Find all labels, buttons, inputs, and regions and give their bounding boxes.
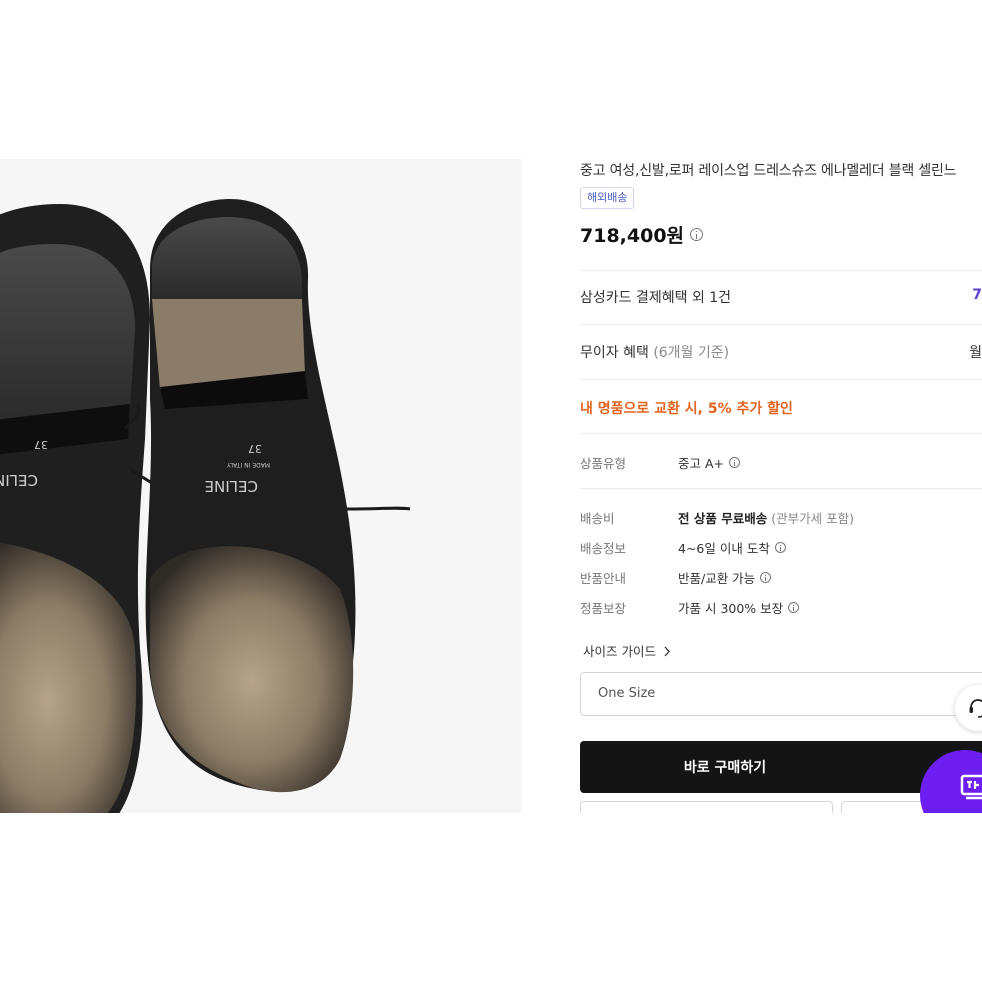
size-select-value: One Size <box>598 686 656 701</box>
spec-return: 반품안내 반품/교환 가능 <box>580 568 772 587</box>
product-image[interactable]: CELINE 37 CELINE 37 MADE IN ITALY <box>0 159 522 813</box>
spec-shipping-info-value: 4~6일 이내 도착 <box>678 541 770 556</box>
right-shoe-size: 37 <box>248 442 262 455</box>
divider <box>580 324 982 325</box>
right-shoe-sole: CELINE 37 MADE IN ITALY <box>145 199 356 793</box>
spec-authentic-value: 가품 시 300% 보장 <box>678 601 784 616</box>
product-price: 718,400원 <box>580 221 704 248</box>
divider <box>580 379 982 380</box>
spec-type: 상품유형 중고 A+ <box>580 453 740 472</box>
exchange-promo-text[interactable]: 내 명품으로 교환 시, 5% 추가 할인 <box>580 398 793 418</box>
spec-authentic: 정품보장 가품 시 300% 보장 <box>580 598 800 617</box>
info-circle-icon[interactable] <box>788 602 800 613</box>
installment-row[interactable]: 무이자 혜택 (6개월 기준) 월 <box>580 342 982 364</box>
spec-type-label: 상품유형 <box>580 456 627 471</box>
divider <box>580 270 982 271</box>
chat-support-icon <box>969 699 982 718</box>
installment-sub: (6개월 기준) <box>653 345 730 361</box>
page-bottom-area <box>0 813 982 982</box>
spec-shipping-info-label: 배송정보 <box>580 541 627 556</box>
info-circle-icon[interactable] <box>729 457 740 468</box>
divider <box>580 433 982 434</box>
spec-shipping-fee-label: 배송비 <box>580 511 615 526</box>
left-shoe-size: 37 <box>34 438 48 451</box>
info-circle-icon[interactable] <box>690 228 704 241</box>
installment-label: 무이자 혜택 <box>580 345 649 361</box>
spec-shipping-fee-value: 전 상품 무료배송 <box>678 511 768 526</box>
spec-shipping-info: 배송정보 4~6일 이내 도착 <box>580 538 786 557</box>
left-shoe-sole: CELINE 37 <box>0 204 150 813</box>
price-value: 718,400원 <box>580 225 685 247</box>
size-select[interactable]: One Size <box>580 672 982 716</box>
spec-return-label: 반품안내 <box>580 571 627 586</box>
buy-now-label: 바로 구매하기 <box>683 760 767 776</box>
spec-authentic-label: 정품보장 <box>580 601 627 616</box>
product-title: 중고 여성,신발,로퍼 레이스업 드레스슈즈 에나멜레더 블랙 셀린느 <box>580 163 957 179</box>
spec-type-value: 중고 A+ <box>678 456 724 471</box>
spec-return-value: 반품/교환 가능 <box>678 571 756 586</box>
size-guide-label: 사이즈 가이드 <box>583 644 656 659</box>
divider <box>580 488 982 489</box>
overseas-shipping-badge: 해외배송 <box>580 187 635 209</box>
left-shoe-brand: CELINE <box>0 471 38 489</box>
product-info-panel: 중고 여성,신발,로퍼 레이스업 드레스슈즈 에나멜레더 블랙 셀린느 해외배송… <box>580 159 982 813</box>
spec-shipping-fee-sub: (관부가세 포함) <box>771 511 854 526</box>
right-shoe-made: MADE IN ITALY <box>227 461 270 468</box>
info-circle-icon[interactable] <box>774 542 786 553</box>
app-promo-icon <box>960 774 982 800</box>
chevron-right-icon <box>664 646 670 657</box>
info-circle-icon[interactable] <box>760 572 772 583</box>
card-benefit-value: 7 <box>972 287 982 303</box>
secondary-action-button[interactable] <box>580 801 833 813</box>
card-benefit-label: 삼성카드 결제혜택 외 1건 <box>580 290 732 306</box>
size-guide-link[interactable]: 사이즈 가이드 <box>583 641 671 660</box>
right-shoe-brand: CELINE <box>205 477 258 495</box>
spec-shipping-fee: 배송비 전 상품 무료배송 (관부가세 포함) <box>580 508 854 527</box>
installment-value: 월 <box>969 345 982 361</box>
card-benefit-row[interactable]: 삼성카드 결제혜택 외 1건 7 <box>580 287 982 309</box>
